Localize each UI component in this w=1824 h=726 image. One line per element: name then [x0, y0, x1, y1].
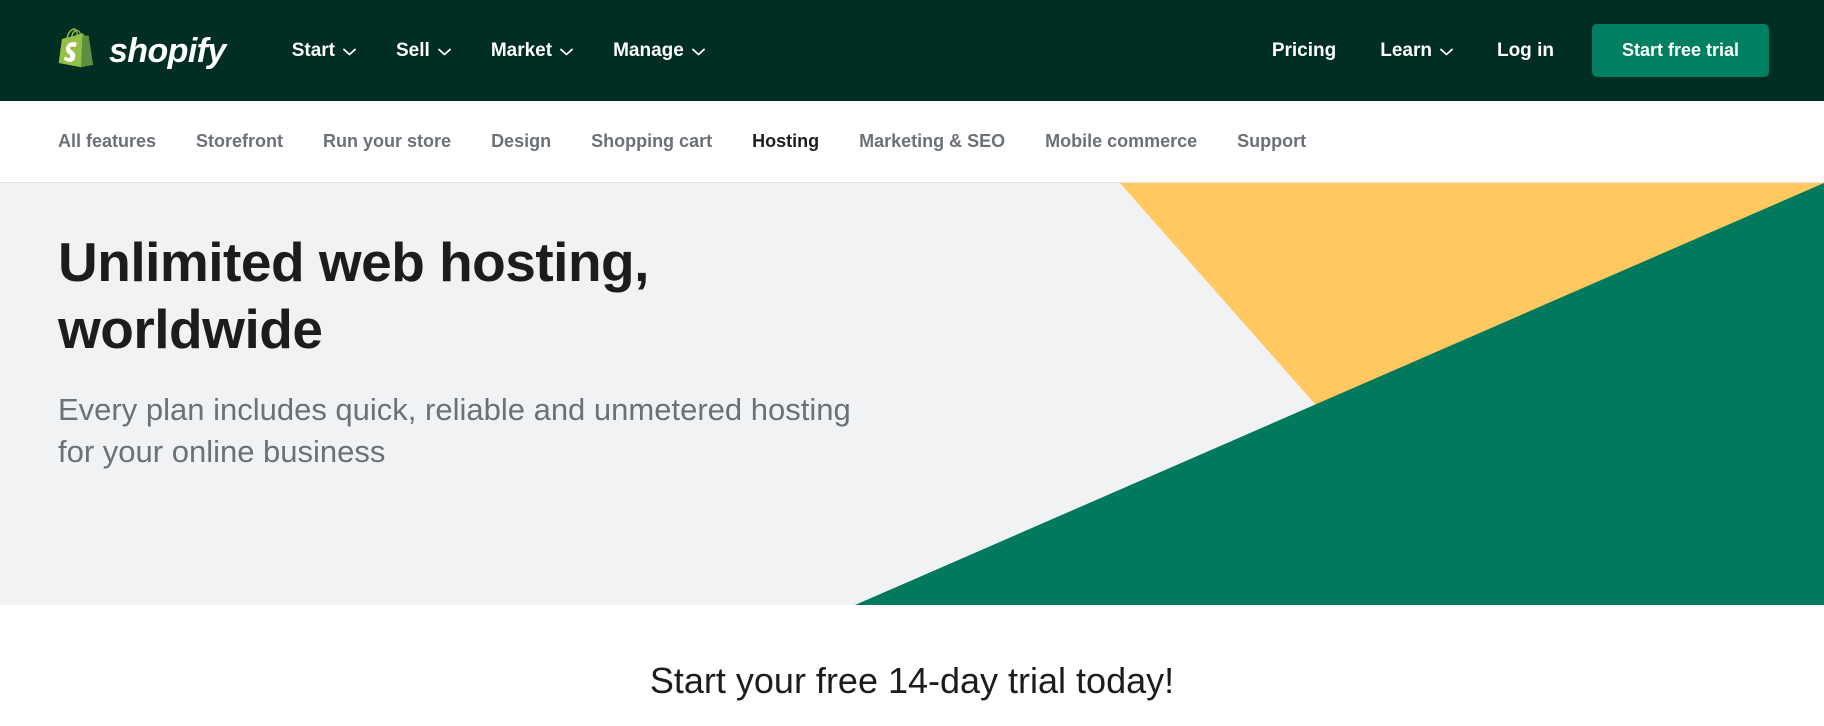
nav-item-log-in[interactable]: Log in: [1475, 32, 1576, 70]
shopify-wordmark: shopify: [109, 31, 226, 70]
nav-item-label: Manage: [613, 39, 684, 61]
subnav-item-marketing-and-seo[interactable]: Marketing & SEO: [859, 131, 1005, 152]
chevron-down-icon: [437, 40, 451, 62]
start-free-trial-button[interactable]: Start free trial: [1591, 24, 1769, 77]
subnav-item-storefront[interactable]: Storefront: [196, 131, 283, 152]
trial-headline: Start your free 14-day trial today!: [649, 660, 1175, 701]
nav-item-sell[interactable]: Sell: [376, 32, 471, 70]
primary-nav: Start Sell Market Manage: [272, 32, 725, 70]
chevron-down-icon: [691, 40, 705, 62]
chevron-down-icon: [1440, 40, 1453, 62]
shopify-bag-logo-icon: [58, 27, 98, 74]
top-header: shopify Start Sell Market Manage Pricing…: [0, 0, 1824, 101]
nav-item-label: Learn: [1380, 39, 1432, 61]
nav-item-market[interactable]: Market: [471, 32, 593, 70]
chevron-down-icon: [560, 40, 573, 62]
nav-item-label: Sell: [396, 39, 430, 61]
trial-section: Start your free 14-day trial today!: [0, 605, 1824, 726]
subnav-item-mobile-commerce[interactable]: Mobile commerce: [1045, 131, 1197, 152]
subnav-item-run-your-store[interactable]: Run your store: [323, 131, 451, 152]
nav-item-start[interactable]: Start: [272, 32, 376, 70]
subnav-item-hosting[interactable]: Hosting: [752, 131, 819, 152]
nav-item-manage[interactable]: Manage: [593, 32, 725, 70]
nav-item-label: Pricing: [1271, 39, 1337, 61]
subnav-item-design[interactable]: Design: [491, 131, 551, 152]
nav-item-pricing[interactable]: Pricing: [1250, 32, 1358, 70]
nav-item-label: Start: [291, 39, 335, 61]
hero-title: Unlimited web hosting, worldwide: [58, 231, 649, 361]
subnav-item-all-features[interactable]: All features: [58, 131, 156, 152]
feature-subnav: All features Storefront Run your store D…: [0, 101, 1824, 183]
subnav-item-shopping-cart[interactable]: Shopping cart: [591, 131, 712, 152]
shopify-logo[interactable]: shopify: [58, 27, 226, 74]
nav-item-learn[interactable]: Learn: [1358, 32, 1475, 70]
hero-subtitle: Every plan includes quick, reliable and …: [58, 392, 851, 470]
nav-item-label: Log in: [1496, 39, 1554, 61]
chevron-down-icon: [343, 40, 356, 62]
hero-content: Unlimited web hosting, worldwide Every p…: [0, 183, 900, 474]
subnav-item-support[interactable]: Support: [1237, 131, 1306, 152]
nav-item-label: Market: [490, 39, 553, 61]
hero-section: Unlimited web hosting, worldwide Every p…: [0, 183, 1824, 605]
secondary-nav: Pricing Learn Log in Start free trial: [1250, 24, 1769, 77]
